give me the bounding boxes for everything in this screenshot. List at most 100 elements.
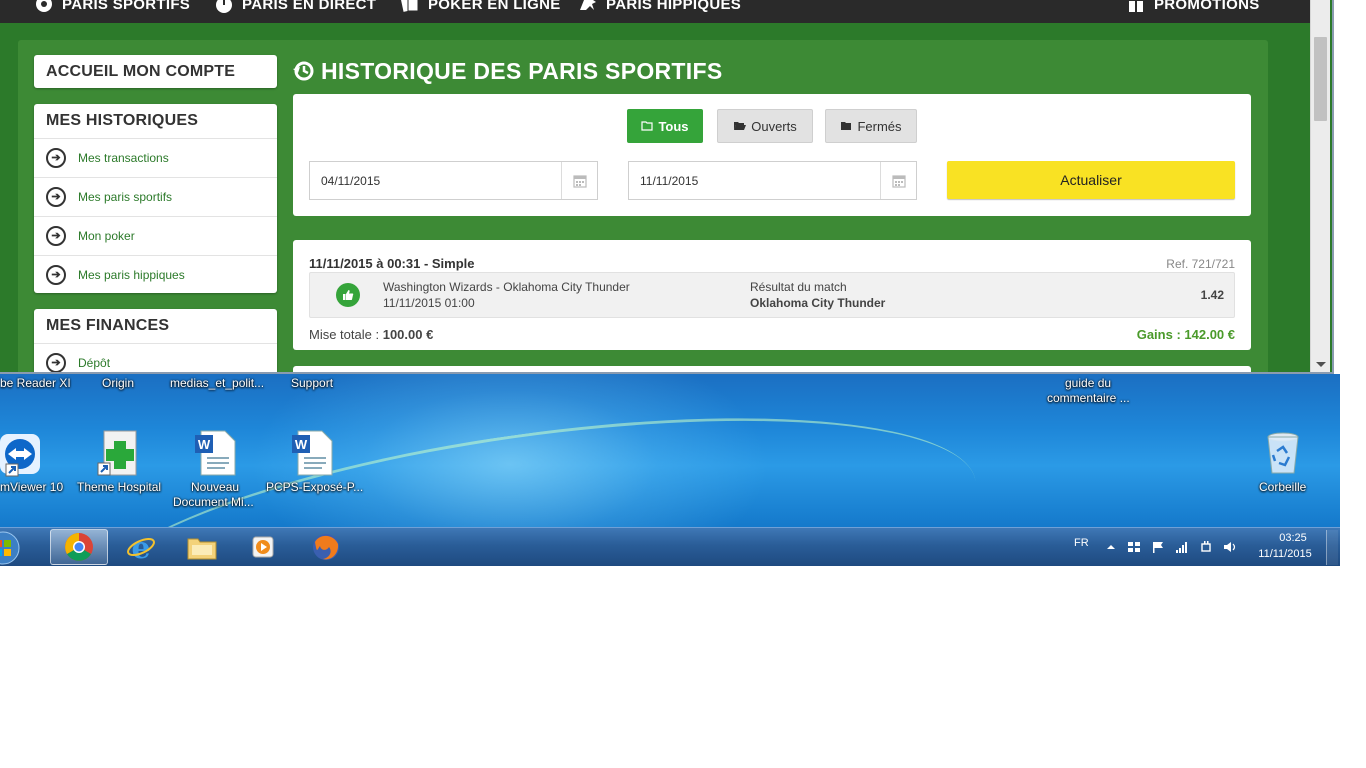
desktop-label-medias[interactable]: medias_et_polit... <box>170 376 264 391</box>
word-document-icon[interactable]: W <box>193 429 241 477</box>
filter-all-button[interactable]: Tous <box>627 109 703 143</box>
folder-open-icon <box>734 122 747 130</box>
thumbs-up-icon <box>336 283 360 307</box>
volume-icon[interactable] <box>1223 541 1237 553</box>
recycle-bin-icon[interactable] <box>1259 429 1307 477</box>
taskbar-firefox[interactable] <box>297 529 355 565</box>
bet-odds: 1.42 <box>1200 288 1224 302</box>
filter-closed-label: Fermés <box>857 118 902 134</box>
teamviewer-icon[interactable] <box>0 430 44 478</box>
language-indicator[interactable]: FR <box>1074 537 1089 549</box>
word-document-icon[interactable]: W <box>290 429 338 477</box>
svg-text:W: W <box>295 437 308 452</box>
bet-match: Washington Wizards - Oklahoma City Thund… <box>383 280 630 294</box>
bet-stake: Mise totale : 100.00 € <box>309 327 433 342</box>
filter-open-button[interactable]: Ouverts <box>717 109 813 143</box>
desktop-label-theme-hospital[interactable]: Theme Hospital <box>77 480 161 495</box>
arrow-circle-icon: ➔ <box>46 265 66 285</box>
bet-header: 11/11/2015 à 00:31 - Simple <box>309 256 475 271</box>
nav-paris-sportifs[interactable]: PARIS SPORTIFS <box>34 0 190 14</box>
sidebar-item-deposit[interactable]: ➔ Dépôt <box>34 343 277 372</box>
scroll-down-arrow-icon[interactable] <box>1316 362 1326 367</box>
sidebar-item-poker[interactable]: ➔ Mon poker <box>34 216 277 255</box>
nav-poker-en-ligne[interactable]: POKER EN LIGNE <box>400 0 561 14</box>
theme-hospital-icon[interactable] <box>96 429 144 477</box>
action-center-flag-icon[interactable] <box>1151 541 1165 553</box>
desktop-label-adobe[interactable]: be Reader XI <box>0 376 71 391</box>
bet-market: Résultat du match <box>750 280 847 294</box>
taskbar-media-player[interactable] <box>234 529 292 565</box>
power-plug-icon[interactable] <box>1199 541 1213 553</box>
account-home-link[interactable]: ACCUEIL MON COMPTE <box>34 55 277 88</box>
desktop-label-nouveau-2[interactable]: Document Mi... <box>173 495 254 510</box>
desktop-label-recycle-bin[interactable]: Corbeille <box>1259 480 1306 495</box>
nav-label: POKER EN LIGNE <box>428 0 561 13</box>
next-bet-card <box>293 366 1251 372</box>
chrome-icon <box>65 533 93 561</box>
stopwatch-icon <box>216 0 232 13</box>
svg-text:W: W <box>198 437 211 452</box>
network-signal-icon[interactable] <box>1175 541 1189 553</box>
windows-icon[interactable] <box>1127 541 1141 553</box>
sidebar-item-transactions[interactable]: ➔ Mes transactions <box>34 138 277 177</box>
sidebar-item-horse-bets[interactable]: ➔ Mes paris hippiques <box>34 255 277 294</box>
clock-date[interactable]: 11/11/2015 <box>1252 548 1318 560</box>
calendar-icon[interactable] <box>561 162 597 199</box>
date-from-field[interactable]: 04/11/2015 <box>309 161 598 200</box>
page-title-text: HISTORIQUE DES PARIS SPORTIFS <box>321 57 723 84</box>
internet-explorer-icon: e <box>127 532 155 562</box>
scrollbar-thumb[interactable] <box>1314 37 1327 121</box>
nav-label: PROMOTIONS <box>1154 0 1260 13</box>
arrow-circle-icon: ➔ <box>46 353 66 372</box>
sidebar-item-label: Mes paris sportifs <box>78 190 173 204</box>
filter-open-label: Ouverts <box>751 118 797 134</box>
horse-icon <box>580 0 596 10</box>
taskbar-internet-explorer[interactable]: e <box>112 529 170 565</box>
taskbar: e FR 03:25 11/11/2015 <box>0 527 1340 566</box>
refresh-label: Actualiser <box>1060 172 1122 188</box>
svg-text:e: e <box>131 532 150 562</box>
vertical-scrollbar[interactable] <box>1310 0 1330 372</box>
start-button-icon[interactable] <box>0 531 20 565</box>
finances-title: MES FINANCES <box>46 317 170 334</box>
arrow-circle-icon: ➔ <box>46 226 66 246</box>
gift-icon <box>1129 1 1143 12</box>
bet-match-date: 11/11/2015 01:00 <box>383 296 475 310</box>
bet-selection: Oklahoma City Thunder <box>750 296 886 310</box>
nav-label: PARIS EN DIRECT <box>242 0 377 13</box>
filter-closed-button[interactable]: Fermés <box>825 109 917 143</box>
folder-icon <box>187 538 217 560</box>
nav-label: PARIS HIPPIQUES <box>606 0 742 13</box>
desktop-label-pcps[interactable]: PCPS-Exposé-P... <box>266 480 363 495</box>
date-to-value: 11/11/2015 <box>640 173 699 188</box>
refresh-button[interactable]: Actualiser <box>947 161 1235 199</box>
desktop-label-support[interactable]: Support <box>291 376 333 391</box>
desktop-label-nouveau[interactable]: Nouveau <box>191 480 239 495</box>
clock-time[interactable]: 03:25 <box>1258 532 1328 544</box>
filter-panel: Tous Ouverts Fermés 04/11/2015 11/11/201… <box>293 94 1251 216</box>
calendar-icon[interactable] <box>880 162 916 199</box>
history-icon <box>293 61 314 81</box>
taskbar-file-explorer[interactable] <box>173 529 231 565</box>
stake-label: Mise totale : <box>309 327 380 342</box>
nav-label: PARIS SPORTIFS <box>62 0 191 13</box>
nav-paris-en-direct[interactable]: PARIS EN DIRECT <box>214 0 376 14</box>
desktop-label-origin[interactable]: Origin <box>102 376 134 391</box>
arrow-circle-icon: ➔ <box>46 148 66 168</box>
sidebar-item-sports-bets[interactable]: ➔ Mes paris sportifs <box>34 177 277 216</box>
desktop-label-guide-2[interactable]: commentaire ... <box>1047 391 1130 406</box>
nav-paris-hippiques[interactable]: PARIS HIPPIQUES <box>578 0 741 14</box>
show-hidden-icons-icon[interactable] <box>1104 541 1118 553</box>
desktop-label-teamviewer[interactable]: mViewer 10 <box>0 480 63 495</box>
folder-outline-icon <box>641 121 654 131</box>
sidebar-item-label: Mes paris hippiques <box>78 268 185 282</box>
taskbar-chrome[interactable] <box>50 529 108 565</box>
desktop-label-guide[interactable]: guide du <box>1065 376 1111 391</box>
nav-promotions[interactable]: PROMOTIONS <box>1126 0 1260 14</box>
bet-reference: Ref. 721/721 <box>1166 257 1235 271</box>
show-desktop-button[interactable] <box>1326 530 1338 565</box>
sidebar-item-label: Dépôt <box>78 356 111 370</box>
bet-card: 11/11/2015 à 00:31 - Simple Ref. 721/721… <box>293 240 1251 350</box>
date-to-field[interactable]: 11/11/2015 <box>628 161 917 200</box>
desktop: be Reader XI Origin medias_et_polit... S… <box>0 374 1340 527</box>
